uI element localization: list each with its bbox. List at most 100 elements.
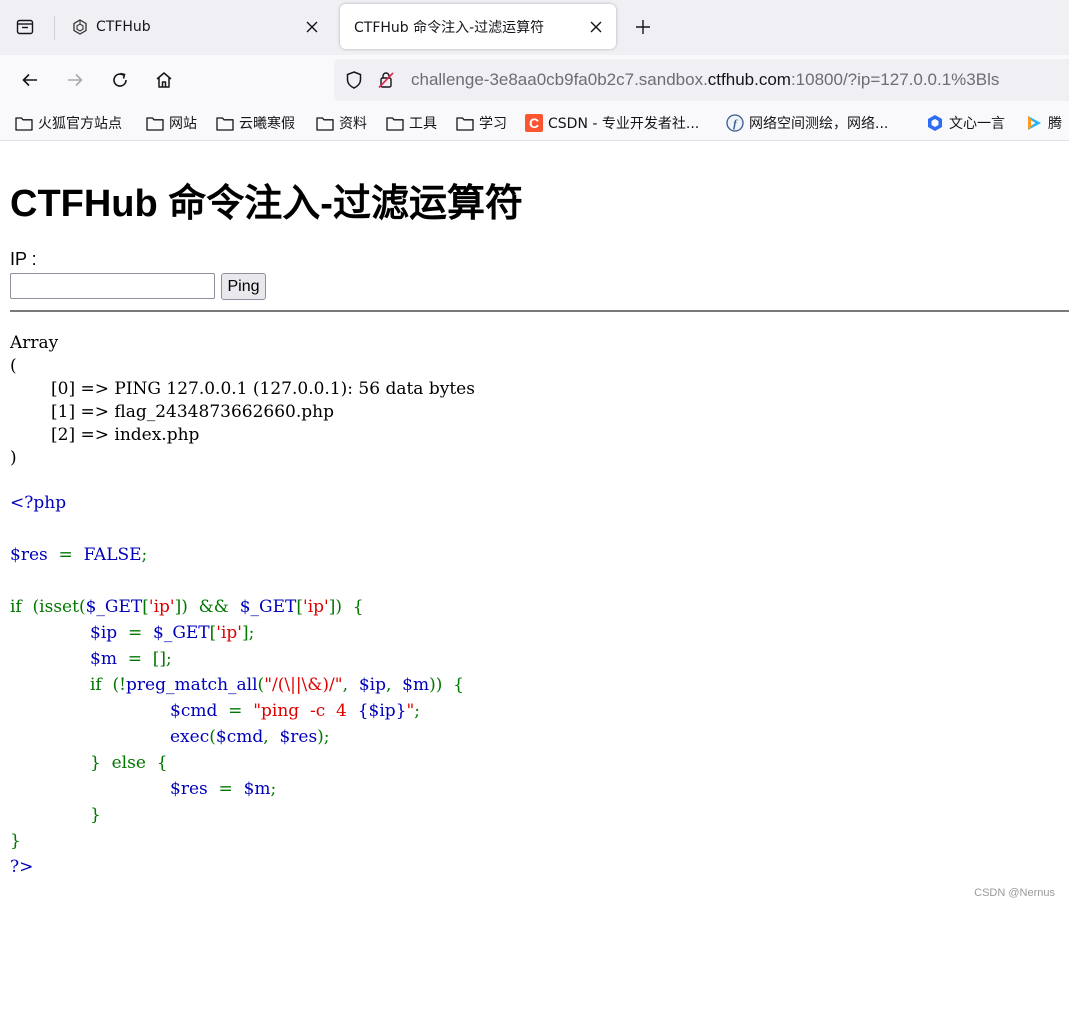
code-token: , bbox=[342, 675, 359, 695]
ip-label: IP : bbox=[10, 249, 37, 269]
new-tab-button[interactable] bbox=[628, 12, 658, 42]
code-line: ?> bbox=[10, 857, 33, 877]
code-token: $res bbox=[170, 779, 208, 799]
bookmark-folder[interactable]: 学习 bbox=[456, 113, 507, 133]
code-token: $cmd bbox=[215, 727, 264, 747]
code-line: } else { bbox=[90, 753, 168, 773]
code-line: $res = FALSE; bbox=[10, 545, 147, 565]
code-token: $ip bbox=[358, 675, 386, 695]
url-text[interactable]: challenge-3e8aa0cb9fa0b2c7.sandbox.ctfhu… bbox=[411, 70, 999, 90]
code-token: if (isset( bbox=[10, 597, 86, 617]
tab-command-injection[interactable]: CTFHub 命令注入-过滤运算符 bbox=[340, 4, 616, 49]
ctfhub-favicon-icon bbox=[72, 18, 88, 35]
output-item: [2] => index.php bbox=[51, 425, 200, 445]
arrow-left-icon bbox=[20, 70, 40, 90]
bookmark-label: 火狐官方站点 bbox=[38, 116, 122, 132]
forward-button[interactable] bbox=[59, 64, 91, 96]
code-token: } bbox=[90, 805, 101, 825]
ping-button[interactable]: Ping bbox=[221, 273, 266, 300]
tab-close-icon[interactable] bbox=[300, 15, 324, 39]
folder-icon bbox=[216, 115, 234, 131]
bookmark-csdn[interactable]: C CSDN - 专业开发者社... bbox=[525, 113, 699, 133]
url-suffix: :10800/?ip=127.0.0.1%3Bls bbox=[790, 70, 1000, 89]
tab-separator bbox=[54, 16, 55, 40]
bookmark-folder[interactable]: 火狐官方站点 bbox=[15, 113, 122, 133]
code-token: FALSE bbox=[83, 545, 142, 565]
back-button[interactable] bbox=[14, 64, 46, 96]
bookmark-tencent-video[interactable]: 腾 bbox=[1025, 113, 1062, 133]
tab-ctfhub[interactable]: CTFHub bbox=[58, 4, 332, 49]
code-token: $_GET bbox=[239, 597, 297, 617]
csdn-icon: C bbox=[525, 114, 543, 132]
home-button[interactable] bbox=[148, 64, 180, 96]
code-token: , bbox=[385, 675, 403, 695]
tab-strip: CTFHub CTFHub 命令注入-过滤运算符 bbox=[0, 0, 1069, 55]
code-token: if (! bbox=[90, 675, 127, 695]
wenxin-icon bbox=[926, 115, 944, 131]
output-item: [0] => PING 127.0.0.1 (127.0.0.1): 56 da… bbox=[51, 379, 475, 399]
code-token: $ip bbox=[90, 623, 118, 643]
code-line: } bbox=[90, 805, 101, 825]
code-line: $ip = $_GET['ip']; bbox=[90, 623, 254, 643]
folder-icon bbox=[15, 115, 33, 131]
bookmark-fofa[interactable]: f 网络空间测绘，网络... bbox=[726, 113, 888, 133]
folder-icon bbox=[456, 115, 474, 131]
code-token: ; bbox=[414, 701, 421, 721]
tab-title: CTFHub 命令注入-过滤运算符 bbox=[354, 19, 545, 36]
code-token: 'ip' bbox=[148, 597, 175, 617]
navigation-toolbar: challenge-3e8aa0cb9fa0b2c7.sandbox.ctfhu… bbox=[0, 55, 1069, 105]
bookmark-label: 网络空间测绘，网络... bbox=[749, 116, 889, 132]
shield-icon[interactable] bbox=[344, 70, 364, 90]
watermark: CSDN @Nernus bbox=[974, 887, 1055, 899]
bookmark-folder[interactable]: 云曦寒假 bbox=[216, 113, 295, 133]
code-token: ; bbox=[141, 545, 148, 565]
reload-button[interactable] bbox=[104, 64, 136, 96]
output-paren-open: ( bbox=[10, 356, 17, 376]
tencent-video-icon bbox=[1025, 115, 1043, 131]
svg-text:C: C bbox=[529, 115, 539, 131]
code-line: $res = $m; bbox=[170, 779, 276, 799]
bookmark-label: 文心一言 bbox=[949, 116, 1005, 132]
bookmark-wenxin[interactable]: 文心一言 bbox=[926, 113, 1005, 133]
insecure-connection-icon[interactable] bbox=[376, 70, 396, 90]
code-token: } bbox=[10, 831, 21, 851]
code-token: "/(\||\&)/" bbox=[264, 675, 343, 695]
code-token: "ping -c 4 bbox=[253, 701, 358, 721]
code-token: ?> bbox=[10, 857, 34, 877]
code-token: = bbox=[47, 545, 84, 565]
output-paren-close: ) bbox=[10, 448, 17, 468]
page-content: CTFHub 命令注入-过滤运算符 IP : Ping Array ( [0] … bbox=[0, 141, 1069, 906]
output-array-label: Array bbox=[10, 333, 59, 353]
code-token: $_GET bbox=[153, 623, 210, 643]
code-token: = []; bbox=[116, 649, 172, 669]
bookmark-folder[interactable]: 工具 bbox=[386, 113, 437, 133]
bookmark-folder[interactable]: 网站 bbox=[146, 113, 197, 133]
ip-input[interactable] bbox=[10, 273, 215, 299]
code-token: exec bbox=[170, 727, 210, 747]
code-token: 'ip' bbox=[303, 597, 329, 617]
code-line: } bbox=[10, 831, 21, 851]
bookmark-label: 网站 bbox=[169, 116, 197, 132]
arrow-right-icon bbox=[65, 70, 85, 90]
bookmark-label: 云曦寒假 bbox=[239, 116, 295, 132]
bookmark-label: CSDN - 专业开发者社... bbox=[548, 116, 700, 132]
code-token: $m bbox=[402, 675, 430, 695]
bookmark-folder[interactable]: 资料 bbox=[316, 113, 367, 133]
code-token: [ bbox=[142, 597, 149, 617]
tab-list-icon bbox=[15, 17, 35, 37]
tab-list-button[interactable] bbox=[8, 10, 42, 44]
folder-icon bbox=[146, 115, 164, 131]
code-token: , bbox=[263, 727, 280, 747]
url-bar[interactable]: challenge-3e8aa0cb9fa0b2c7.sandbox.ctfhu… bbox=[334, 59, 1069, 101]
code-token: ); bbox=[317, 727, 330, 747]
tab-title: CTFHub bbox=[96, 18, 151, 35]
bookmarks-toolbar: 火狐官方站点 网站 云曦寒假 资料 工具 学习 C CSDN - 专业开发者社.… bbox=[0, 105, 1069, 141]
code-line: $cmd = "ping -c 4 {$ip}"; bbox=[170, 701, 420, 721]
code-token: 'ip' bbox=[216, 623, 242, 643]
code-line: exec($cmd, $res); bbox=[170, 727, 330, 747]
tab-close-icon[interactable] bbox=[584, 15, 608, 39]
home-icon bbox=[154, 70, 174, 90]
code-line: if (!preg_match_all("/(\||\&)/", $ip, $m… bbox=[90, 675, 464, 695]
code-token: $m bbox=[90, 649, 117, 669]
divider bbox=[10, 310, 1069, 312]
